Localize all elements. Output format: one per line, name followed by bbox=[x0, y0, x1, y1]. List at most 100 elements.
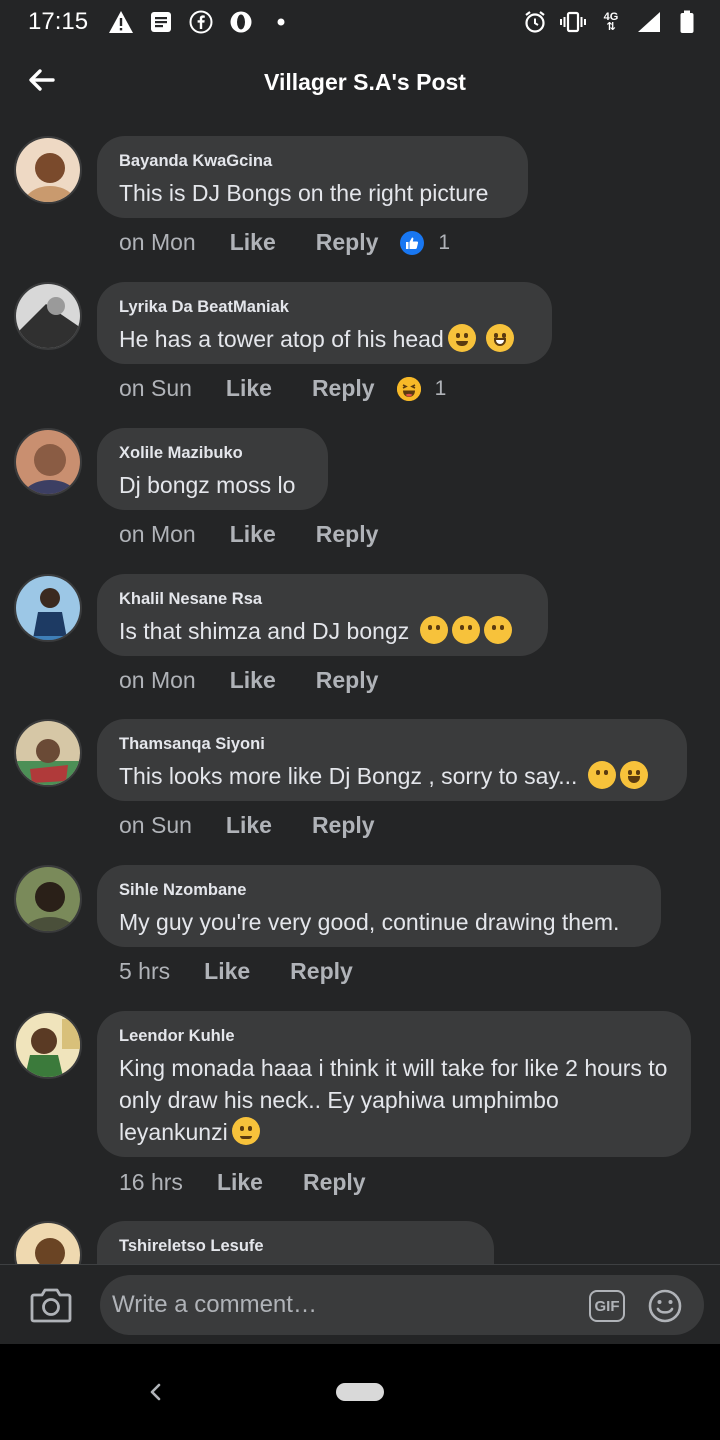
comment-actions: on Sun Like Reply 1 bbox=[119, 375, 446, 402]
like-button[interactable]: Like bbox=[226, 375, 272, 402]
reply-button[interactable]: Reply bbox=[290, 958, 353, 985]
emoji-button[interactable] bbox=[648, 1289, 682, 1323]
comment-time[interactable]: on Mon bbox=[119, 521, 196, 548]
comment-bubble[interactable]: Leendor Kuhle King monada haaa i think i… bbox=[97, 1011, 691, 1157]
like-button[interactable]: Like bbox=[230, 521, 276, 548]
comment-bubble[interactable]: Thamsanqa Siyoni This looks more like Dj… bbox=[97, 719, 687, 801]
like-button[interactable]: Like bbox=[204, 958, 250, 985]
comment-text: Is that shimza and DJ bongz bbox=[119, 618, 410, 644]
comment-author[interactable]: Khalil Nesane Rsa bbox=[119, 590, 526, 609]
reply-button[interactable]: Reply bbox=[303, 1169, 366, 1196]
camera-button[interactable] bbox=[30, 1285, 72, 1325]
like-button[interactable]: Like bbox=[230, 667, 276, 694]
reply-button[interactable]: Reply bbox=[316, 521, 379, 548]
comment-actions: 5 hrs Like Reply bbox=[119, 958, 393, 985]
comment-time[interactable]: on Mon bbox=[119, 229, 196, 256]
comment-author[interactable]: Bayanda KwaGcina bbox=[119, 152, 506, 171]
comment-bubble[interactable]: Lyrika Da BeatManiak He has a tower atop… bbox=[97, 282, 552, 364]
opera-icon bbox=[228, 9, 254, 35]
avatar[interactable] bbox=[14, 574, 82, 642]
comment-bubble[interactable]: Bayanda KwaGcina This is DJ Bongs on the… bbox=[97, 136, 528, 218]
comment-author[interactable]: Lyrika Da BeatManiak bbox=[119, 298, 530, 317]
comment-text-line: King monada haaa i think it will take fo… bbox=[119, 1052, 669, 1148]
status-system-icons: 4G ⇅ bbox=[522, 9, 700, 35]
avatar[interactable] bbox=[14, 719, 82, 787]
comment-actions: on Mon Like Reply bbox=[119, 521, 418, 548]
data-arrows-icon: ⇅ bbox=[606, 21, 616, 33]
status-bar: 17:15 4G ⇅ bbox=[0, 0, 720, 44]
worried-face-emoji bbox=[447, 324, 476, 352]
page-header: Villager S.A's Post bbox=[0, 44, 720, 120]
avatar[interactable] bbox=[14, 1221, 82, 1264]
avatar[interactable] bbox=[14, 136, 82, 204]
comment-time[interactable]: on Sun bbox=[119, 375, 192, 402]
reaction-count: 1 bbox=[438, 230, 451, 254]
grinning-face-emoji bbox=[486, 324, 515, 352]
comment-text-line: Is that shimza and DJ bongz bbox=[119, 615, 526, 647]
comment-actions: on Mon Like Reply 1 bbox=[119, 229, 450, 256]
dot-icon bbox=[268, 9, 294, 35]
comment-text: My guy you're very good, continue drawin… bbox=[119, 909, 620, 935]
warning-icon bbox=[108, 9, 134, 35]
thinking-face-emoji bbox=[419, 616, 448, 644]
comment-composer: GIF bbox=[0, 1264, 720, 1344]
back-button[interactable] bbox=[24, 62, 60, 98]
comment-time[interactable]: on Sun bbox=[119, 812, 192, 839]
like-button[interactable]: Like bbox=[230, 229, 276, 256]
comment-text: This looks more like Dj Bongz , sorry to… bbox=[119, 763, 578, 789]
reply-button[interactable]: Reply bbox=[316, 229, 379, 256]
reply-button[interactable]: Reply bbox=[312, 812, 375, 839]
comment-bubble[interactable]: Khalil Nesane Rsa Is that shimza and DJ … bbox=[97, 574, 548, 656]
comment-time[interactable]: 5 hrs bbox=[119, 958, 170, 985]
comment-text: He has a tower atop of his head bbox=[119, 326, 444, 352]
reaction-summary[interactable]: 1 bbox=[400, 230, 451, 255]
comment-text-line: This looks more like Dj Bongz , sorry to… bbox=[119, 760, 665, 792]
avatar[interactable] bbox=[14, 282, 82, 350]
comment-time[interactable]: on Mon bbox=[119, 667, 196, 694]
comment-bubble[interactable]: Xolile Mazibuko Dj bongz moss lo bbox=[97, 428, 328, 510]
comment-text-line: He has a tower atop of his head bbox=[119, 323, 530, 355]
comment-time[interactable]: 16 hrs bbox=[119, 1169, 183, 1196]
facebook-icon bbox=[188, 9, 214, 35]
reply-button[interactable]: Reply bbox=[316, 667, 379, 694]
home-pill-button[interactable] bbox=[336, 1383, 384, 1401]
page-title: Villager S.A's Post bbox=[264, 68, 466, 95]
comment-actions: on Sun Like Reply bbox=[119, 812, 415, 839]
comment-text: King monada haaa i think it will take fo… bbox=[119, 1055, 668, 1145]
system-nav-bar bbox=[0, 1344, 720, 1440]
reaction-count: 1 bbox=[434, 376, 447, 400]
comment-bubble[interactable]: Sihle Nzombane My guy you're very good, … bbox=[97, 865, 661, 947]
message-icon bbox=[148, 9, 174, 35]
thinking-face-emoji bbox=[587, 761, 616, 789]
like-button[interactable]: Like bbox=[226, 812, 272, 839]
avatar[interactable] bbox=[14, 428, 82, 496]
like-button[interactable]: Like bbox=[217, 1169, 263, 1196]
status-notification-icons bbox=[108, 9, 294, 35]
comment-author[interactable]: Tshireletso Lesufe bbox=[119, 1237, 472, 1256]
network-4g-icon: 4G ⇅ bbox=[598, 9, 624, 35]
gif-button[interactable]: GIF bbox=[589, 1290, 625, 1322]
comment-actions: on Mon Like Reply bbox=[119, 667, 418, 694]
haha-reaction-icon bbox=[396, 376, 421, 401]
comment-author[interactable]: Xolile Mazibuko bbox=[119, 444, 306, 463]
avatar[interactable] bbox=[14, 1011, 82, 1079]
comment-author[interactable]: Thamsanqa Siyoni bbox=[119, 735, 665, 754]
thinking-face-emoji bbox=[483, 616, 512, 644]
comment-bubble[interactable]: Tshireletso Lesufe bbox=[97, 1221, 494, 1264]
reply-button[interactable]: Reply bbox=[312, 375, 375, 402]
comment-author[interactable]: Sihle Nzombane bbox=[119, 881, 639, 900]
rofl-face-emoji bbox=[619, 761, 648, 789]
camera-icon bbox=[30, 1288, 72, 1323]
avatar[interactable] bbox=[14, 865, 82, 933]
comment-text: This is DJ Bongs on the right picture bbox=[119, 180, 489, 206]
battery-icon bbox=[674, 9, 700, 35]
comment-text: Dj bongz moss lo bbox=[119, 472, 296, 498]
reaction-summary[interactable]: 1 bbox=[396, 376, 447, 401]
nav-back-button[interactable] bbox=[140, 1374, 170, 1410]
alarm-icon bbox=[522, 9, 548, 35]
comments-list[interactable]: Bayanda KwaGcina This is DJ Bongs on the… bbox=[0, 120, 720, 1264]
relieved-face-emoji bbox=[231, 1117, 260, 1145]
thinking-face-emoji bbox=[451, 616, 480, 644]
smiley-icon bbox=[648, 1289, 682, 1323]
comment-author[interactable]: Leendor Kuhle bbox=[119, 1027, 669, 1046]
